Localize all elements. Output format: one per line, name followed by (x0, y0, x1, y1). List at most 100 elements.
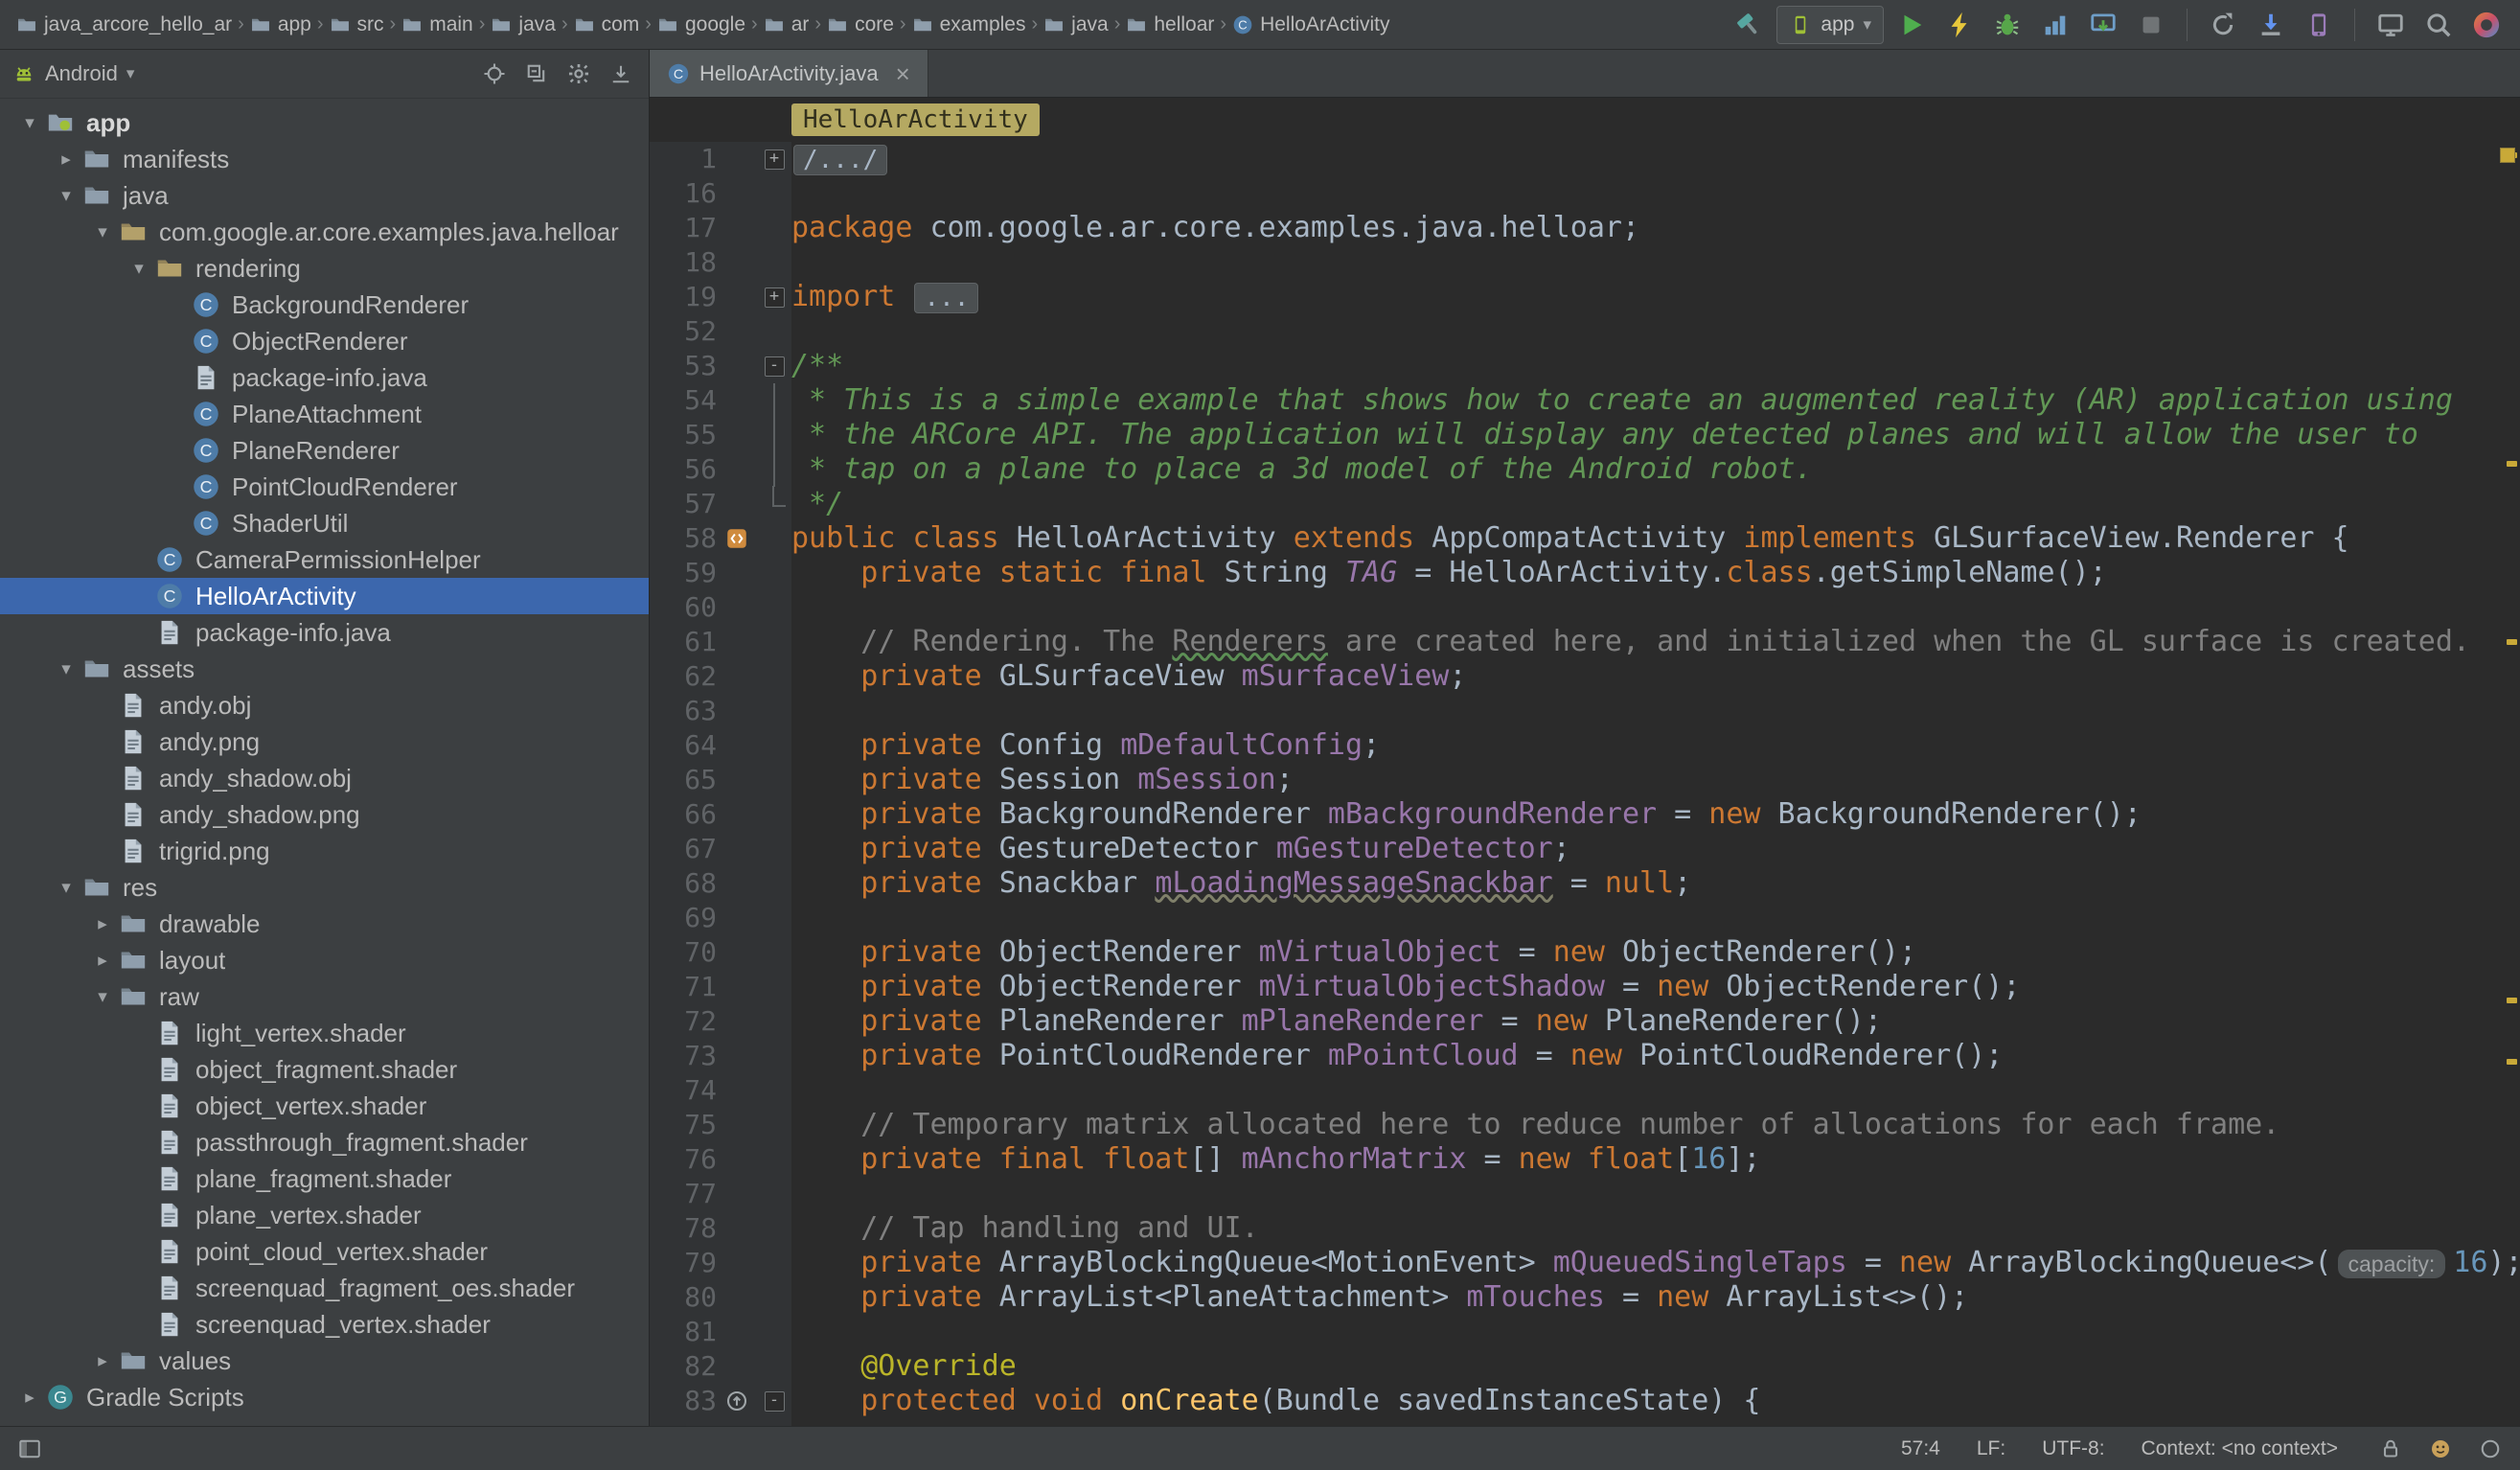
expand-arrow-icon[interactable] (123, 258, 155, 280)
code-text[interactable]: private Snackbar mLoadingMessageSnackbar… (791, 866, 1691, 901)
line-separator-indicator[interactable]: LF: (1977, 1437, 2005, 1460)
search-everywhere-icon[interactable] (2418, 5, 2459, 45)
tree-item[interactable]: layout (0, 942, 649, 978)
fold-expand-icon[interactable] (765, 287, 785, 308)
tree-item[interactable]: CPlaneRenderer (0, 432, 649, 469)
line-number[interactable]: 57 (650, 487, 717, 521)
fold-collapse-icon[interactable] (765, 356, 785, 377)
breadcrumb-item[interactable]: examples (909, 13, 1029, 36)
fold-marker[interactable] (757, 280, 791, 314)
attach-debugger-icon[interactable] (2083, 5, 2123, 45)
code-line[interactable]: 68 private Snackbar mLoadingMessageSnack… (650, 866, 2520, 901)
tree-item[interactable]: manifests (0, 141, 649, 177)
tree-item[interactable]: raw (0, 978, 649, 1015)
code-line[interactable]: 16 (650, 176, 2520, 211)
tab-close-icon[interactable] (896, 61, 910, 86)
stripe-mark[interactable] (2507, 639, 2517, 645)
code-text[interactable]: private GestureDetector mGestureDetector… (791, 832, 1570, 866)
line-number[interactable]: 60 (650, 590, 717, 625)
run-config-combo[interactable]: app (1776, 6, 1884, 44)
code-text[interactable]: private ArrayList<PlaneAttachment> mTouc… (791, 1280, 1968, 1315)
tree-item[interactable]: CBackgroundRenderer (0, 287, 649, 323)
tree-item[interactable]: screenquad_vertex.shader (0, 1306, 649, 1343)
tree-item[interactable]: CPointCloudRenderer (0, 469, 649, 505)
line-number[interactable]: 81 (650, 1315, 717, 1349)
expand-arrow-icon[interactable] (86, 1350, 119, 1372)
fold-marker[interactable] (757, 487, 791, 521)
breadcrumb-item[interactable]: google (654, 13, 748, 36)
code-text[interactable]: private ArrayBlockingQueue<MotionEvent> … (791, 1246, 2520, 1280)
tree-item[interactable]: CPlaneAttachment (0, 396, 649, 432)
code-line[interactable]: 64 private Config mDefaultConfig; (650, 728, 2520, 763)
code-text[interactable]: private ObjectRenderer mVirtualObject = … (791, 935, 1916, 970)
tree-item[interactable]: object_fragment.shader (0, 1051, 649, 1088)
expand-arrow-icon[interactable] (13, 1387, 46, 1409)
run-icon[interactable] (1891, 5, 1932, 45)
code-text[interactable]: private PointCloudRenderer mPointCloud =… (791, 1039, 2003, 1073)
code-line[interactable]: 62 private GLSurfaceView mSurfaceView; (650, 659, 2520, 694)
tree-item[interactable]: com.google.ar.core.examples.java.helloar (0, 214, 649, 250)
expand-arrow-icon[interactable] (86, 221, 119, 243)
caret-position[interactable]: 57:4 (1901, 1437, 1940, 1460)
tree-item[interactable]: andy.png (0, 724, 649, 760)
code-line[interactable]: 65 private Session mSession; (650, 763, 2520, 797)
tree-item[interactable]: point_cloud_vertex.shader (0, 1233, 649, 1270)
breadcrumb-item[interactable]: src (327, 13, 387, 36)
sync-project-icon[interactable] (2203, 5, 2243, 45)
line-number[interactable]: 75 (650, 1108, 717, 1142)
line-number[interactable]: 52 (650, 314, 717, 349)
tree-item[interactable]: package-info.java (0, 359, 649, 396)
line-number[interactable]: 82 (650, 1349, 717, 1384)
code-line[interactable]: 67 private GestureDetector mGestureDetec… (650, 832, 2520, 866)
tree-item[interactable]: assets (0, 651, 649, 687)
collapse-all-icon[interactable] (520, 57, 553, 90)
breadcrumb-item[interactable]: ar (761, 13, 813, 36)
breadcrumb-item[interactable]: app (247, 13, 314, 36)
code-line[interactable]: 71 private ObjectRenderer mVirtualObject… (650, 970, 2520, 1004)
line-number[interactable]: 72 (650, 1004, 717, 1039)
tree-item[interactable]: object_vertex.shader (0, 1088, 649, 1124)
profiler-icon[interactable] (2035, 5, 2075, 45)
tree-item[interactable]: app (0, 104, 649, 141)
code-text[interactable]: private static final String TAG = HelloA… (791, 556, 2107, 590)
line-number[interactable]: 68 (650, 866, 717, 901)
code-text[interactable]: // Rendering. The Renderers are created … (791, 625, 2470, 659)
line-number[interactable]: 59 (650, 556, 717, 590)
expand-arrow-icon[interactable] (86, 950, 119, 972)
line-number[interactable]: 65 (650, 763, 717, 797)
code-text[interactable]: @Override (791, 1349, 1017, 1384)
error-stripe[interactable] (2503, 142, 2520, 1426)
fold-marker[interactable] (757, 418, 791, 452)
line-number[interactable]: 63 (650, 694, 717, 728)
apply-changes-icon[interactable] (1939, 5, 1980, 45)
project-view-selector[interactable]: Android (11, 61, 134, 86)
code-text[interactable]: package com.google.ar.core.examples.java… (791, 211, 1639, 245)
code-line[interactable]: 55 * the ARCore API. The application wil… (650, 418, 2520, 452)
tree-item[interactable]: andy_shadow.obj (0, 760, 649, 796)
line-number[interactable]: 54 (650, 383, 717, 418)
breadcrumb-current-class[interactable]: HelloArActivity (791, 103, 1040, 136)
encoding-indicator[interactable]: UTF-8: (2042, 1437, 2104, 1460)
fold-marker[interactable] (757, 1384, 791, 1418)
code-line[interactable]: 57 */ (650, 487, 2520, 521)
code-line[interactable]: 54 * This is a simple example that shows… (650, 383, 2520, 418)
fold-marker[interactable] (757, 349, 791, 383)
code-text[interactable]: public class HelloArActivity extends App… (791, 521, 2349, 556)
line-number[interactable]: 67 (650, 832, 717, 866)
code-text[interactable]: * This is a simple example that shows ho… (791, 383, 2453, 418)
code-line[interactable]: 81 (650, 1315, 2520, 1349)
code-text[interactable]: private ObjectRenderer mVirtualObjectSha… (791, 970, 2020, 1004)
code-line[interactable]: 66 private BackgroundRenderer mBackgroun… (650, 797, 2520, 832)
tree-item[interactable]: drawable (0, 906, 649, 942)
expand-arrow-icon[interactable] (50, 877, 82, 899)
code-text[interactable]: import ... (791, 280, 980, 314)
tree-item[interactable]: light_vertex.shader (0, 1015, 649, 1051)
tree-item[interactable]: andy.obj (0, 687, 649, 724)
line-number[interactable]: 74 (650, 1073, 717, 1108)
context-indicator[interactable]: Context: <no context> (2142, 1437, 2338, 1460)
fold-marker[interactable] (757, 383, 791, 418)
code-text[interactable]: /** (791, 349, 843, 383)
code-text[interactable]: private Session mSession; (791, 763, 1294, 797)
line-number[interactable]: 73 (650, 1039, 717, 1073)
fold-marker[interactable] (757, 142, 791, 176)
